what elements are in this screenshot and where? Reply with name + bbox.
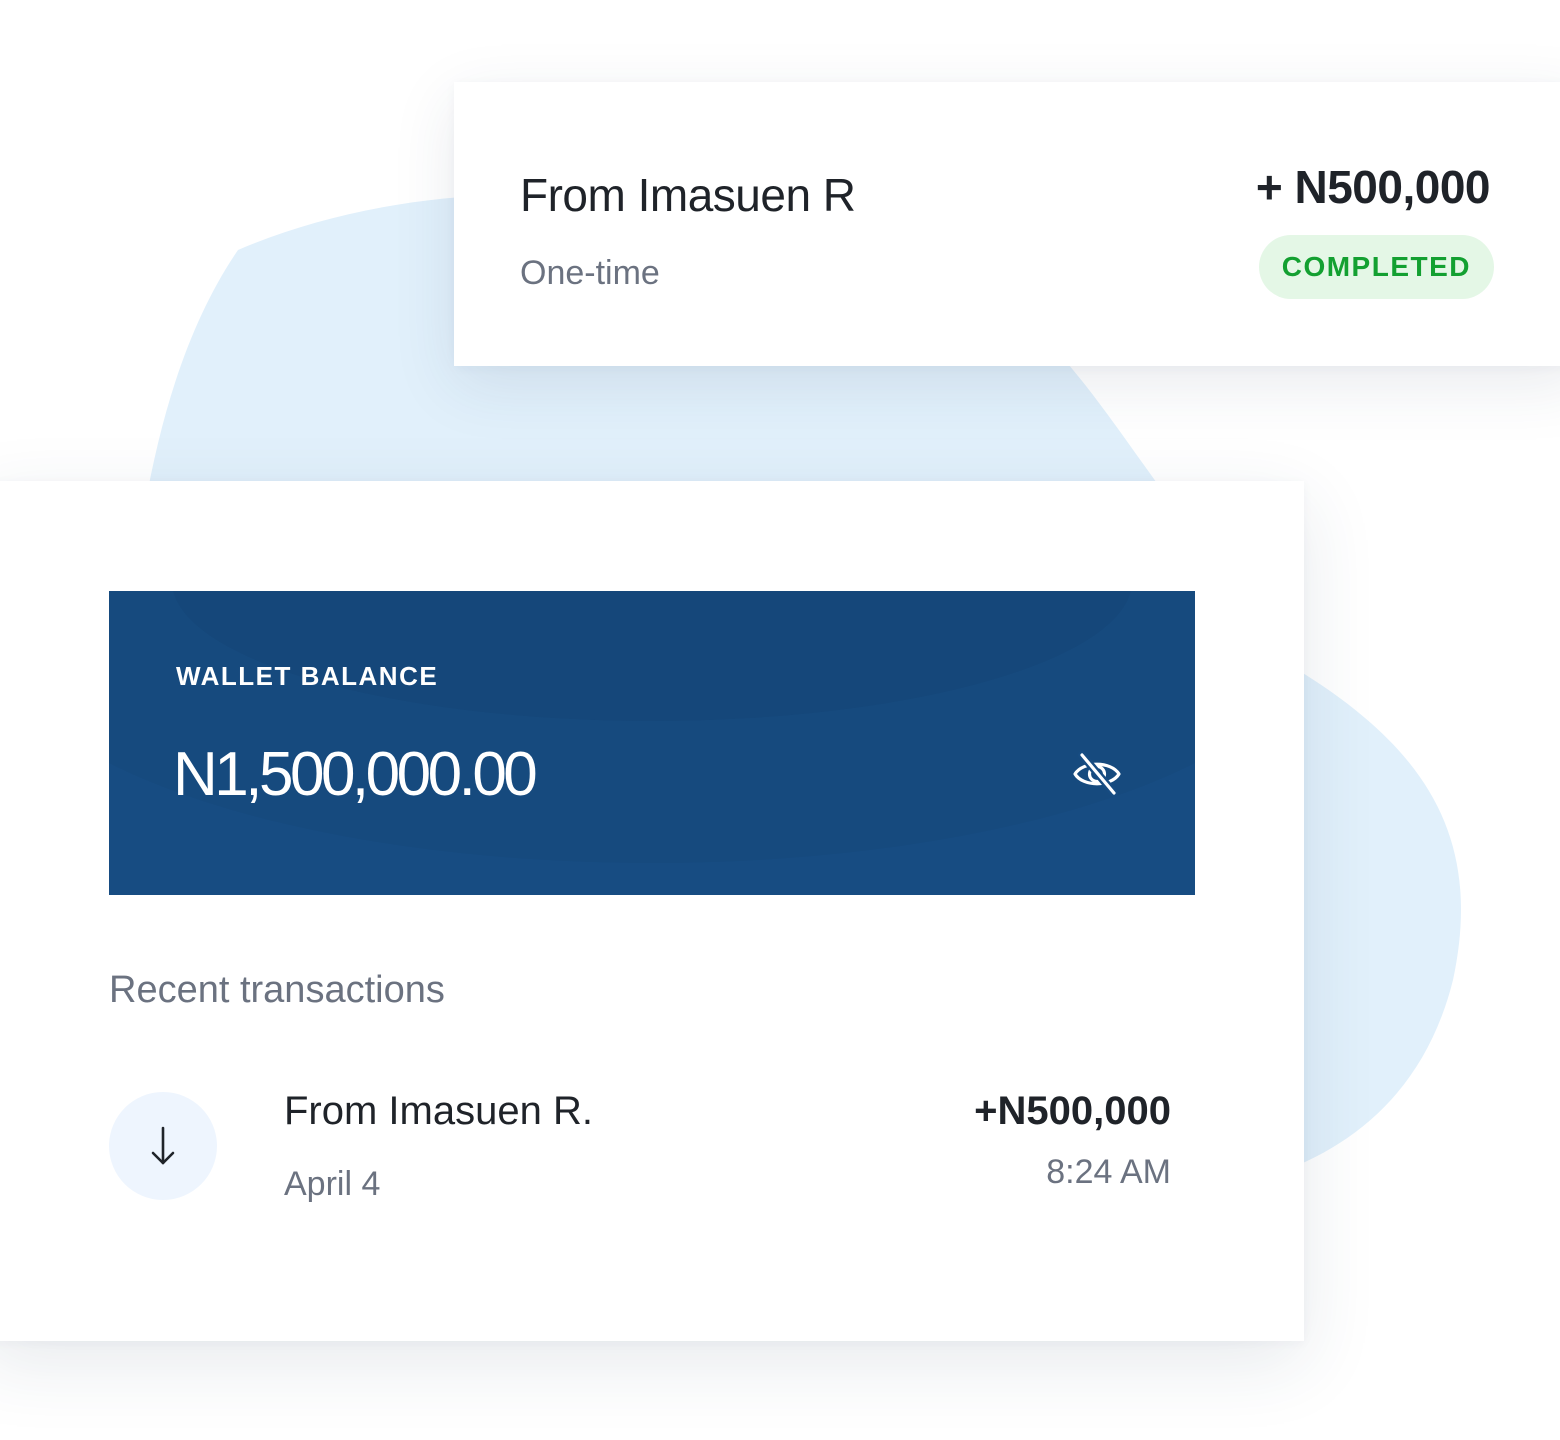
transaction-amount: +N500,000 xyxy=(974,1089,1171,1133)
transaction-date: April 4 xyxy=(284,1165,381,1203)
transaction-time: 8:24 AM xyxy=(1046,1153,1171,1191)
transaction-row[interactable]: From Imasuen R. April 4 +N500,000 8:24 A… xyxy=(109,1089,1171,1219)
wallet-card: WALLET BALANCE N1,500,000.00 Recent tran… xyxy=(0,481,1304,1341)
wallet-balance-label: WALLET BALANCE xyxy=(176,661,439,691)
notification-type: One-time xyxy=(520,254,660,292)
notification-sender: From Imasuen R xyxy=(520,169,856,221)
recent-transactions-heading: Recent transactions xyxy=(109,969,445,1011)
transaction-notification-card[interactable]: From Imasuen R One-time + N500,000 COMPL… xyxy=(454,82,1560,366)
status-badge: COMPLETED xyxy=(1258,235,1494,299)
wallet-balance-panel: WALLET BALANCE N1,500,000.00 xyxy=(109,591,1195,895)
arrow-down-icon xyxy=(109,1092,217,1200)
eye-off-icon[interactable] xyxy=(1071,750,1123,798)
wallet-balance-amount: N1,500,000.00 xyxy=(173,740,538,809)
notification-amount: + N500,000 xyxy=(1255,161,1491,213)
transaction-sender: From Imasuen R. xyxy=(284,1089,593,1133)
